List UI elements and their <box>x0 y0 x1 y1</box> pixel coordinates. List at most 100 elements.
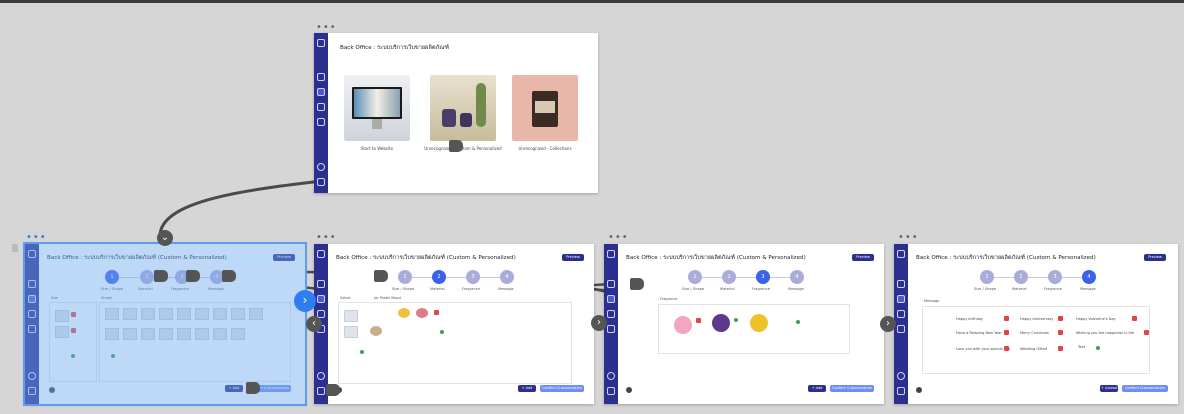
material-cell[interactable] <box>344 310 358 322</box>
next-arrow-icon[interactable]: › <box>591 315 607 331</box>
settings-icon[interactable] <box>317 372 325 380</box>
grid-icon[interactable] <box>28 280 36 288</box>
fragrance-swatch[interactable] <box>674 316 692 334</box>
avatar[interactable] <box>916 387 922 393</box>
card2-add-button[interactable]: + Add <box>518 385 536 392</box>
list-icon[interactable] <box>28 295 36 303</box>
remove-icon[interactable] <box>71 328 76 333</box>
shape-cell[interactable] <box>231 328 245 340</box>
list-icon[interactable] <box>317 88 325 96</box>
connector-plug-top[interactable] <box>449 140 463 152</box>
shape-cell[interactable] <box>141 308 155 320</box>
avatar[interactable] <box>626 387 632 393</box>
flow-card-material[interactable]: Back Office : ระบบบริการเว็บขายผลิตภัณฑ์… <box>314 244 594 404</box>
user-icon[interactable] <box>897 250 905 258</box>
settings-icon[interactable] <box>28 372 36 380</box>
card1-drag-handle[interactable] <box>12 244 18 252</box>
shape-cell[interactable] <box>141 328 155 340</box>
card4-step-2[interactable]: 2 <box>1014 270 1028 284</box>
size-cell[interactable] <box>55 310 69 322</box>
connector-plug[interactable] <box>154 270 168 282</box>
message-option[interactable]: Have a Relaxing New Year <box>956 331 1002 335</box>
user-icon[interactable] <box>607 250 615 258</box>
connector-plug[interactable] <box>326 384 340 396</box>
shape-cell[interactable] <box>105 328 119 340</box>
product-image-custom[interactable] <box>430 75 496 141</box>
user-icon[interactable] <box>317 39 325 47</box>
shape-cell[interactable] <box>249 308 263 320</box>
fragrance-swatch[interactable] <box>712 314 730 332</box>
remove-icon[interactable] <box>1058 330 1063 335</box>
shape-cell[interactable] <box>195 308 209 320</box>
chevron-down-icon[interactable]: ⌄ <box>157 230 173 246</box>
card4-menu[interactable]: ••• <box>898 233 919 243</box>
card3-add-button[interactable]: + Add <box>808 385 826 392</box>
shape-cell[interactable] <box>123 328 137 340</box>
user-icon[interactable] <box>317 250 325 258</box>
remove-icon[interactable] <box>71 312 76 317</box>
flow-card-message[interactable]: Back Office : ระบบบริการเว็บขายผลิตภัณฑ์… <box>894 244 1178 404</box>
card1-step-1[interactable]: 1 <box>105 270 119 284</box>
card1-preview-button[interactable]: Preview <box>273 254 295 261</box>
fragrance-swatch[interactable] <box>750 314 768 332</box>
card2-step-4[interactable]: 4 <box>500 270 514 284</box>
grid-icon[interactable] <box>317 280 325 288</box>
card3-confirm-button[interactable]: Confirm Customization <box>830 385 874 392</box>
card3-menu[interactable]: ••• <box>608 233 629 243</box>
shape-cell[interactable] <box>123 308 137 320</box>
card3-preview-button[interactable]: Preview <box>852 254 874 261</box>
remove-icon[interactable] <box>1004 330 1009 335</box>
card2-confirm-button[interactable]: Confirm Customization <box>540 385 584 392</box>
remove-icon[interactable] <box>1058 316 1063 321</box>
remove-icon[interactable] <box>696 318 701 323</box>
card2-menu[interactable]: ••• <box>316 233 337 243</box>
message-option[interactable]: Happy birthday <box>956 317 983 321</box>
card4-step-1[interactable]: 1 <box>980 270 994 284</box>
logout-icon[interactable] <box>28 387 36 395</box>
card1-step-2[interactable]: 2 <box>140 270 154 284</box>
message-option[interactable]: Happy Valentine's Day <box>1076 317 1116 321</box>
shape-cell[interactable] <box>213 308 227 320</box>
flow-card-size-shape[interactable]: Back Office : ระบบบริการเว็บขายผลิตภัณฑ์… <box>23 242 307 406</box>
card4-confirm-button[interactable]: Confirm Customization <box>1122 385 1168 392</box>
card3-step-1[interactable]: 1 <box>688 270 702 284</box>
logout-icon[interactable] <box>317 387 325 395</box>
card4-step-3[interactable]: 3 <box>1048 270 1062 284</box>
top-card[interactable]: Back Office : ระบบบริการเว็บขายผลิตภัณฑ์… <box>314 33 598 193</box>
remove-icon[interactable] <box>1004 346 1009 351</box>
size-cell[interactable] <box>55 326 69 338</box>
shape-cell[interactable] <box>213 328 227 340</box>
flow-card-fragrance[interactable]: Back Office : ระบบบริการเว็บขายผลิตภัณฑ์… <box>604 244 884 404</box>
shape-cell[interactable] <box>105 308 119 320</box>
material-cell[interactable] <box>344 326 358 338</box>
message-option[interactable]: Happy Anniversary <box>1020 317 1053 321</box>
tag-icon[interactable] <box>317 118 325 126</box>
card2-step-1[interactable]: 1 <box>398 270 412 284</box>
material-swatch[interactable] <box>398 308 410 318</box>
card4-preview-button[interactable]: Preview <box>1144 254 1166 261</box>
add-dot-icon[interactable] <box>734 318 738 322</box>
settings-icon[interactable] <box>317 163 325 171</box>
add-dot-icon[interactable] <box>440 330 444 334</box>
card4-step-4[interactable]: 4 <box>1082 270 1096 284</box>
message-option[interactable]: Text <box>1078 345 1085 349</box>
cart-icon[interactable] <box>317 103 325 111</box>
shape-cell[interactable] <box>177 308 191 320</box>
shape-cell[interactable] <box>195 328 209 340</box>
remove-icon[interactable] <box>1004 316 1009 321</box>
card3-step-3[interactable]: 3 <box>756 270 770 284</box>
card3-step-4[interactable]: 4 <box>790 270 804 284</box>
card3-step-2[interactable]: 2 <box>722 270 736 284</box>
user-icon[interactable] <box>28 250 36 258</box>
list-icon[interactable] <box>897 295 905 303</box>
material-swatch[interactable] <box>416 308 428 318</box>
message-option[interactable]: Merry Christmas <box>1020 331 1049 335</box>
product-image-collections[interactable] <box>512 75 578 141</box>
shape-cell[interactable] <box>231 308 245 320</box>
connector-plug[interactable] <box>246 382 260 394</box>
shape-cell[interactable] <box>159 308 173 320</box>
shape-cell[interactable] <box>159 328 173 340</box>
next-arrow-icon[interactable]: › <box>880 316 896 332</box>
message-option[interactable]: Wedding Gifted <box>1020 347 1047 351</box>
tag-icon[interactable] <box>28 325 36 333</box>
